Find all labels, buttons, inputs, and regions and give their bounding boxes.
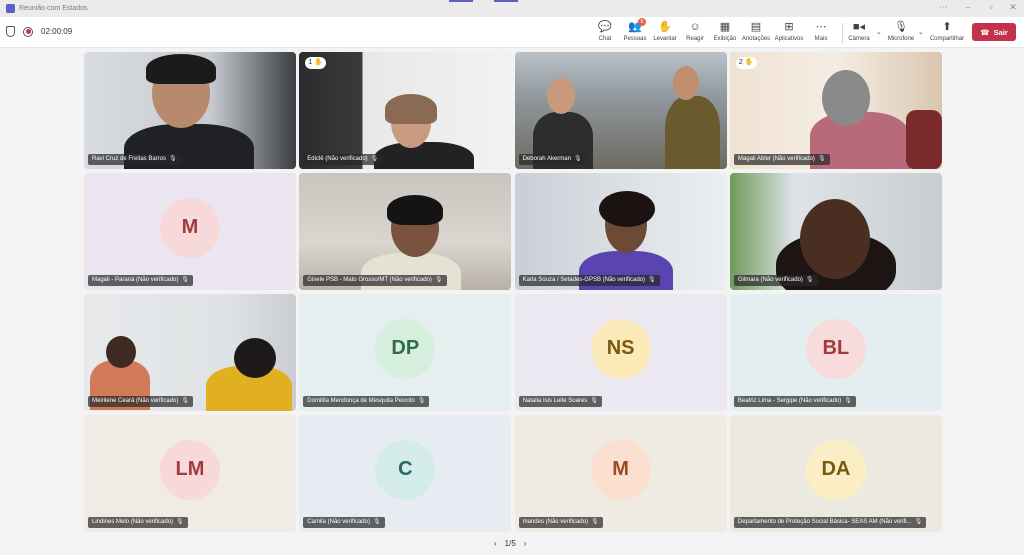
- participant-tile[interactable]: DA Departamento de Proteção Social Básic…: [729, 415, 942, 532]
- mic-options-chevron-icon[interactable]: ⌄: [918, 28, 924, 36]
- participant-tile[interactable]: Gilmara (Não verificado) 🎙: [729, 173, 942, 290]
- avatar: M: [160, 197, 220, 258]
- participant-video: [514, 52, 727, 169]
- avatar: LM: [160, 439, 220, 500]
- participant-name: Meirilene Ceará (Não verificado) 🎙: [88, 396, 193, 407]
- page-indicator: 1/5: [504, 539, 516, 548]
- participant-name: Departamento de Proteção Social Básica- …: [733, 517, 927, 528]
- participant-name: Domitila Mendonça de Mesquita Peixoto 🎙: [303, 396, 430, 407]
- participant-video: [729, 173, 942, 290]
- participant-tile[interactable]: M mandes (Não verificado) 🎙: [514, 415, 727, 532]
- participant-tile[interactable]: M Magali - Paraná (Não verificado) 🎙: [84, 173, 296, 290]
- restore-icon[interactable]: ▫: [984, 2, 998, 12]
- participant-tile[interactable]: 2 ✋ Magali Abler (Não verificado) 🎙: [729, 52, 942, 169]
- mic-icon: 🎙: [434, 277, 443, 283]
- participant-name: mandes (Não verificado) 🎙: [518, 517, 603, 528]
- camera-button[interactable]: ■◂ Câmera: [839, 20, 879, 42]
- participant-tile[interactable]: NS Natalia Isis Leite Soares 🎙: [514, 294, 727, 411]
- raised-hand-indicator: 2 ✋: [735, 57, 757, 69]
- mic-icon: 🎙: [573, 156, 582, 162]
- participant-name: Magali Abler (Não verificado) 🎙: [733, 154, 830, 165]
- participant-name: Gilmara (Não verificado) 🎙: [733, 275, 818, 286]
- participant-tile[interactable]: Deborah Akerman 🎙: [514, 52, 727, 169]
- participant-name: Beatriz Lima - Sergipe (Não verificado) 🎙: [733, 396, 856, 407]
- window-title: Reunião com Estados: [19, 5, 88, 12]
- avatar: BL: [805, 318, 866, 379]
- participant-tile[interactable]: Meirilene Ceará (Não verificado) 🎙: [84, 294, 296, 411]
- mic-icon: 🎙: [176, 519, 184, 525]
- participant-name: Magali - Paraná (Não verificado) 🎙: [88, 275, 193, 286]
- raised-hand-indicator: 1 ✋: [305, 57, 326, 69]
- titlebar-accent: [494, 0, 518, 2]
- mic-icon: 🎙: [417, 398, 426, 404]
- recording-icon: [23, 26, 33, 37]
- mic-icon: 🎙: [181, 398, 189, 404]
- participant-tile[interactable]: 1 ✋ Ediclê (Não verificado) 🎙: [299, 52, 512, 169]
- meeting-timer: 02:00:09: [41, 27, 73, 36]
- participant-tile[interactable]: BL Beatriz Lima - Sergipe (Não verificad…: [729, 294, 942, 411]
- participant-tile[interactable]: Ravi Cruz de Freitas Barros 🎙: [84, 52, 296, 169]
- participant-name: Natalia Isis Leite Soares 🎙: [518, 396, 602, 407]
- camera-icon: ■◂: [852, 21, 866, 33]
- participant-tile[interactable]: Gisele PSB - Mato Grosso/MT (Não verific…: [299, 173, 512, 290]
- close-icon[interactable]: ✕: [1006, 2, 1020, 13]
- meeting-toolbar: 02:00:09 💬 Chat 👥 6 Pessoas ✋ Levantar ☺ …: [0, 17, 1024, 48]
- participant-name: Deborah Akerman 🎙: [518, 154, 586, 165]
- more-icon: ⋯: [815, 21, 827, 33]
- leave-button[interactable]: ☎ Sair: [972, 23, 1016, 41]
- participant-name: Lindines Melo (Não verificado) 🎙: [88, 517, 188, 528]
- previous-page-chevron-icon[interactable]: ‹: [494, 539, 497, 548]
- mic-icon: 🎙: [914, 519, 923, 525]
- participant-tile[interactable]: C Camila (Não verificado) 🎙: [299, 415, 512, 532]
- participant-name: Gisele PSB - Mato Grosso/MT (Não verific…: [303, 275, 447, 286]
- avatar: DP: [375, 318, 436, 379]
- more-options-icon[interactable]: ⋯: [936, 2, 950, 13]
- participant-video: [84, 52, 296, 169]
- avatar: NS: [590, 318, 651, 379]
- share-icon: ⬆: [942, 21, 952, 33]
- mic-icon: 🎙: [372, 519, 381, 525]
- mic-icon: 🎙: [590, 519, 599, 525]
- mic-icon: 🎙: [590, 398, 598, 404]
- mic-off-icon: 🎙: [894, 21, 908, 33]
- window-titlebar: Reunião com Estados ⋯ – ▫ ✕: [0, 0, 1024, 17]
- titlebar-accent: [449, 0, 473, 2]
- avatar: C: [375, 439, 436, 500]
- gallery-pager: ‹ 1/5 ›: [494, 539, 526, 548]
- avatar: DA: [805, 439, 866, 500]
- participant-video: [84, 294, 296, 411]
- participant-name: Ravi Cruz de Freitas Barros 🎙: [88, 154, 181, 165]
- next-page-chevron-icon[interactable]: ›: [524, 539, 527, 548]
- mic-icon: 🎙: [805, 277, 814, 283]
- participant-video: [299, 52, 512, 169]
- participant-grid: Ravi Cruz de Freitas Barros 🎙 1 ✋ Ediclê (…: [84, 52, 942, 532]
- microphone-button[interactable]: 🎙 Microfone: [881, 20, 921, 42]
- minimize-icon[interactable]: –: [961, 2, 975, 12]
- participant-name: Camila (Não verificado) 🎙: [303, 517, 385, 528]
- participant-tile[interactable]: LM Lindines Melo (Não verificado) 🎙: [84, 415, 296, 532]
- more-button[interactable]: ⋯ Mais: [801, 20, 841, 42]
- shield-icon[interactable]: [6, 26, 15, 37]
- raise-hand-icon: ✋: [314, 59, 323, 66]
- mic-icon: 🎙: [169, 156, 177, 162]
- participant-video: [729, 52, 942, 169]
- hang-up-icon: ☎: [980, 27, 990, 37]
- participant-tile[interactable]: Karla Souza / Setades-GPSB (Não verifica…: [514, 173, 727, 290]
- participant-video: [299, 173, 512, 290]
- mic-icon: 🎙: [844, 398, 852, 404]
- participant-tile[interactable]: DP Domitila Mendonça de Mesquita Peixoto…: [299, 294, 512, 411]
- mic-icon: 🎙: [370, 156, 379, 162]
- mic-icon: 🎙: [181, 277, 189, 283]
- avatar: M: [590, 439, 651, 500]
- participant-name: Karla Souza / Setades-GPSB (Não verifica…: [518, 275, 660, 286]
- teams-app-icon: [6, 4, 15, 13]
- participant-video: [514, 173, 727, 290]
- raise-hand-icon: ✋: [744, 59, 754, 66]
- participant-name: Ediclê (Não verificado) 🎙: [303, 154, 383, 165]
- share-button[interactable]: ⬆ Compartilhar: [927, 20, 967, 42]
- mic-icon: 🎙: [647, 277, 656, 283]
- mic-icon: 🎙: [817, 156, 826, 162]
